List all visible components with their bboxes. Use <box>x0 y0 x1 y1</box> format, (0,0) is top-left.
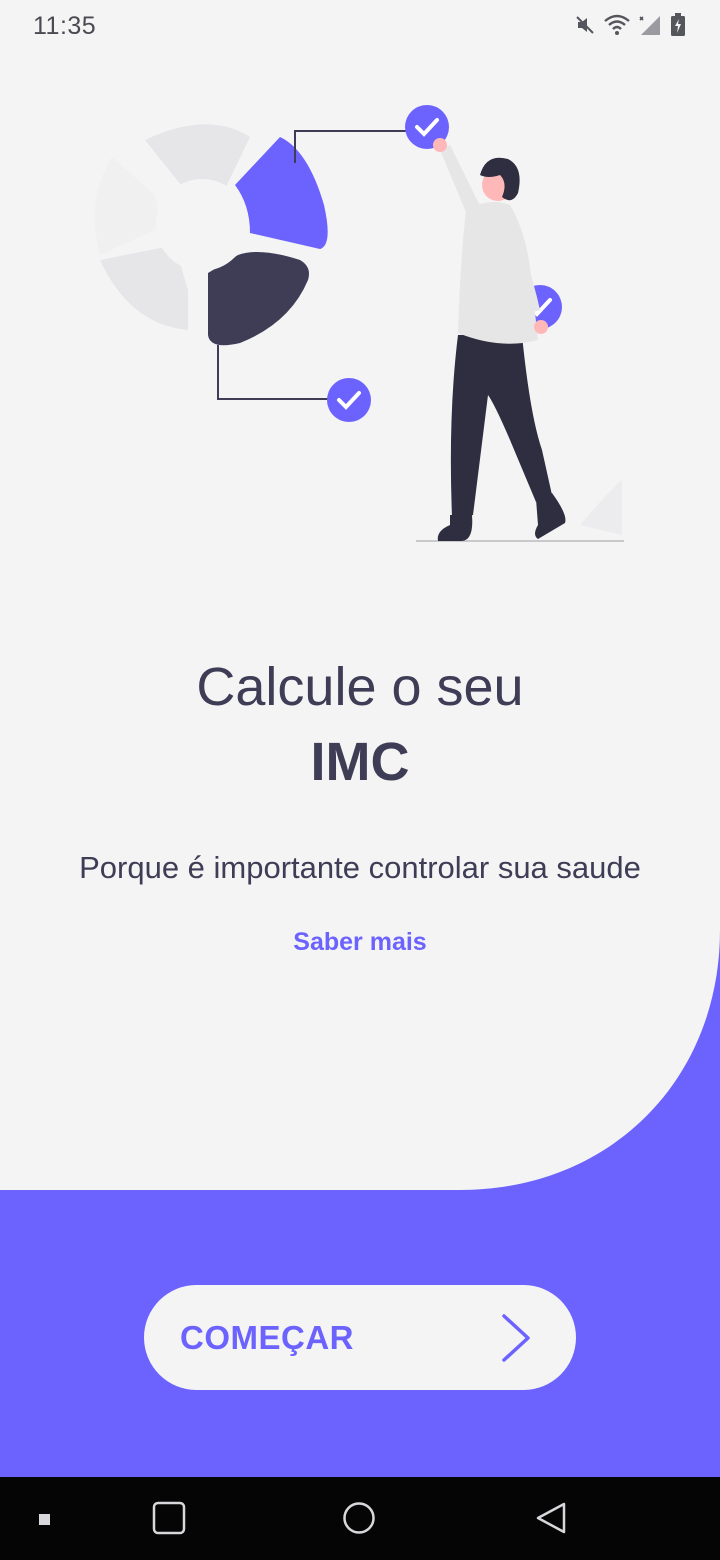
signal-icon <box>638 14 662 41</box>
square-icon[interactable] <box>152 1501 186 1540</box>
mute-icon <box>574 14 596 41</box>
status-icons <box>574 12 686 42</box>
page-title-line2: IMC <box>310 732 410 792</box>
wifi-icon <box>604 14 630 41</box>
check-circle-bottom-icon <box>327 378 371 422</box>
health-check-illustration <box>94 105 624 542</box>
page-title-line1: Calcule o seu <box>196 657 524 717</box>
status-bar: 11:35 <box>0 0 720 56</box>
subtitle: Porque é importante controlar sua saude <box>79 850 641 885</box>
learn-more-link[interactable]: Saber mais <box>0 925 720 959</box>
recents-dot-icon[interactable] <box>39 1513 51 1531</box>
battery-icon <box>670 12 686 42</box>
chevron-right-icon <box>498 1312 534 1369</box>
back-triangle-icon[interactable] <box>534 1501 568 1540</box>
pie-chart-graphic <box>94 124 328 346</box>
home-circle-icon[interactable] <box>342 1501 376 1540</box>
person-figure <box>433 138 566 541</box>
start-button[interactable]: COMEÇAR <box>144 1285 576 1390</box>
status-time: 11:35 <box>33 12 97 40</box>
system-nav-bar <box>0 1477 720 1560</box>
